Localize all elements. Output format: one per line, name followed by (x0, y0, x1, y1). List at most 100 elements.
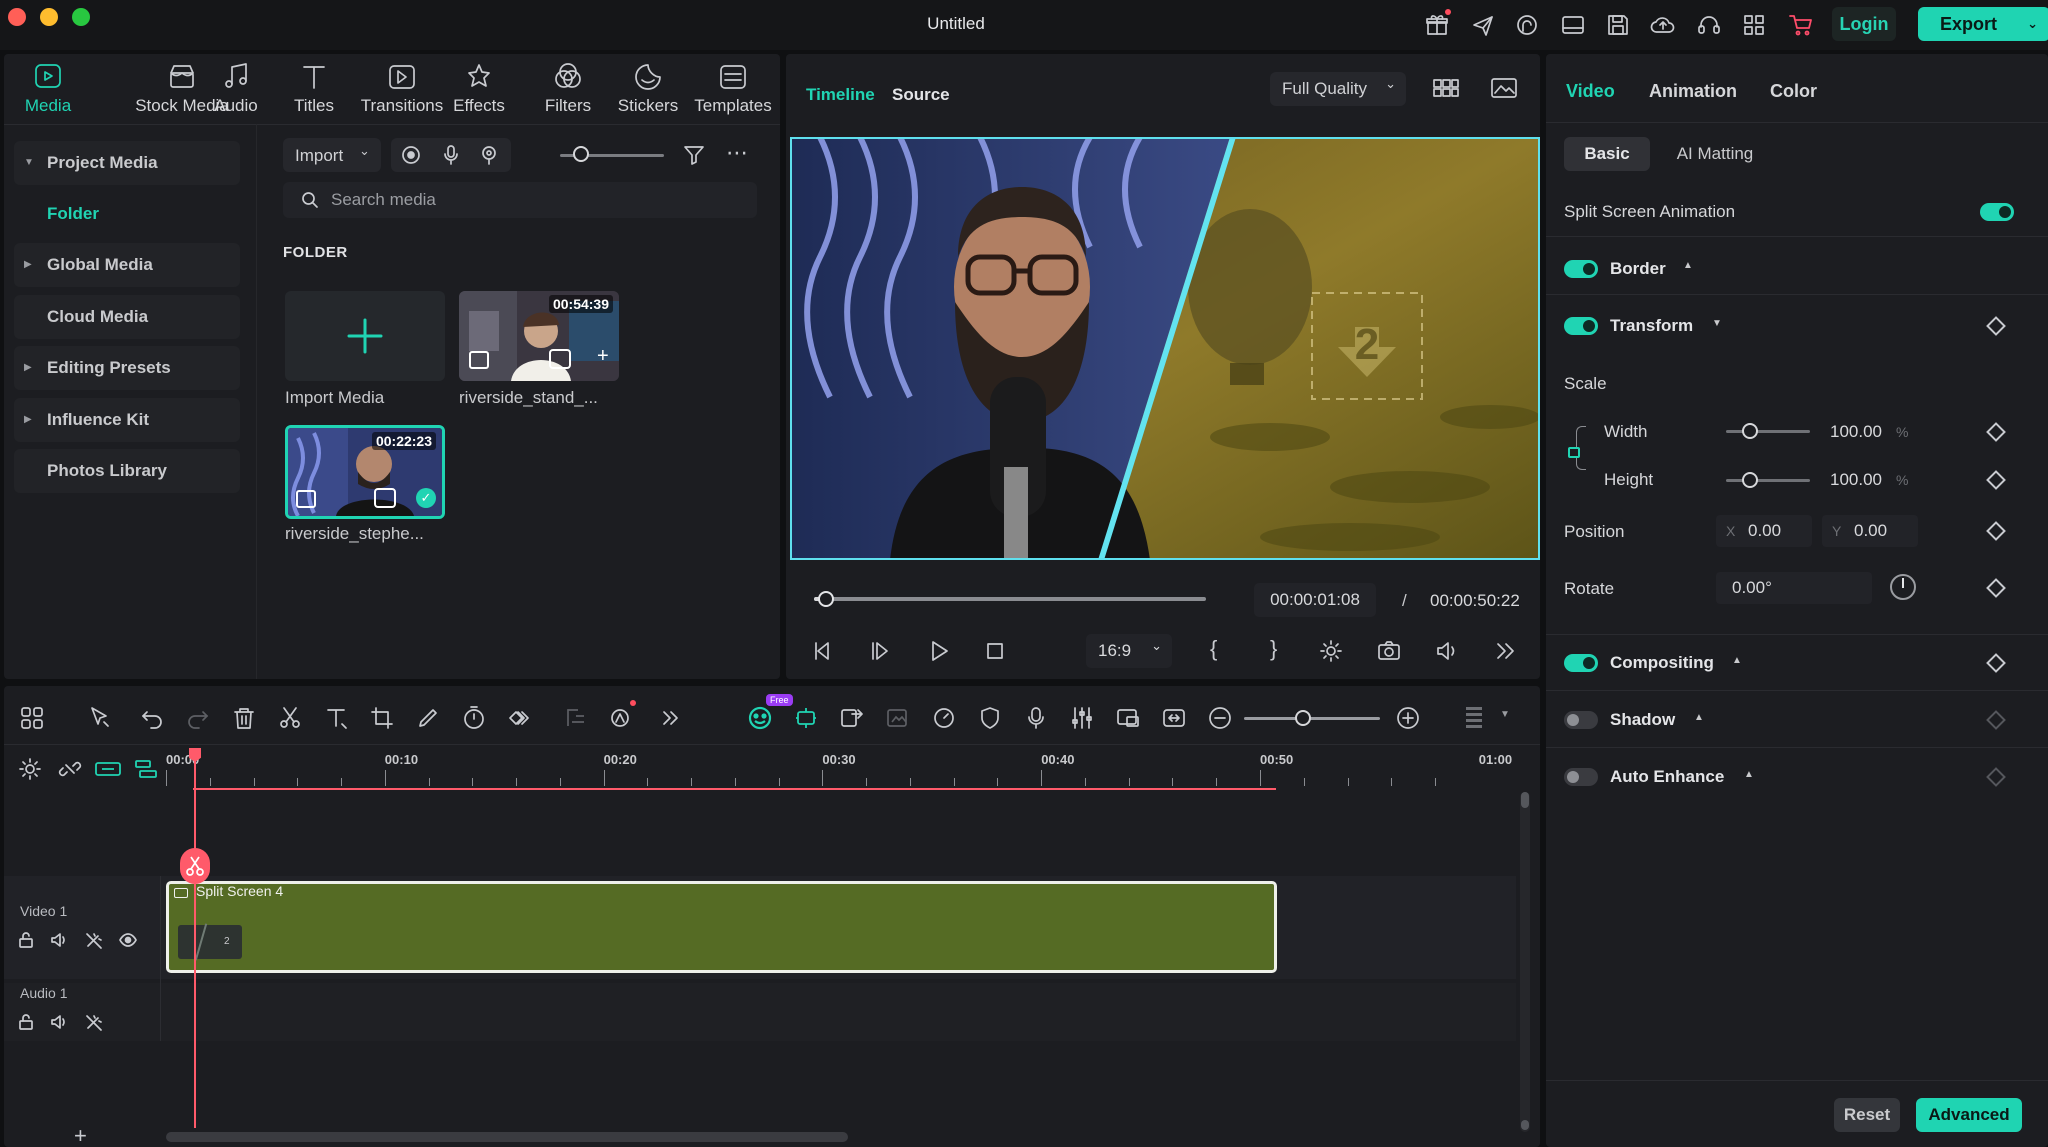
send-icon[interactable] (1470, 12, 1496, 38)
replace-icon[interactable] (838, 704, 866, 732)
vertical-scroll-thumb[interactable] (1521, 1120, 1529, 1130)
compositing-toggle[interactable] (1564, 654, 1598, 672)
audio-mixer-icon[interactable] (1068, 704, 1096, 732)
add-to-timeline-icon[interactable]: + (597, 345, 609, 368)
sidebar-item-cloud-media[interactable]: Cloud Media (14, 295, 240, 339)
export-button[interactable]: Export ⌄ (1918, 7, 2048, 41)
tab-filters[interactable]: Filters (540, 62, 596, 124)
cart-icon[interactable] (1788, 12, 1814, 38)
layout-grid-icon[interactable] (18, 704, 46, 732)
split-screen-animation-toggle[interactable] (1980, 203, 2014, 221)
aspect-ratio-dropdown[interactable]: 16:9 ⌄ (1086, 634, 1172, 668)
tab-video[interactable]: Video (1566, 81, 1615, 102)
filter-icon[interactable] (682, 143, 706, 167)
vertical-scroll-thumb[interactable] (1521, 792, 1529, 808)
compositing-section-title[interactable]: Compositing (1610, 653, 1714, 673)
picture-in-picture-icon[interactable] (1114, 704, 1142, 732)
mark-in-icon[interactable]: { (1210, 636, 1217, 662)
select-tool-icon[interactable] (86, 704, 114, 732)
ai-tools-icon[interactable] (608, 704, 636, 732)
gift-icon[interactable] (1424, 12, 1450, 38)
tab-titles[interactable]: Titles (288, 62, 340, 124)
text-tool-icon[interactable] (322, 704, 350, 732)
track-effects-off-icon[interactable] (84, 930, 104, 950)
sidebar-item-folder[interactable]: Folder (14, 196, 99, 232)
border-section-title[interactable]: Border (1610, 259, 1666, 279)
color-pen-icon[interactable] (414, 704, 442, 732)
ai-cutout-icon[interactable] (562, 704, 590, 732)
grid-view-icon[interactable] (1432, 76, 1460, 100)
height-slider-knob[interactable] (1742, 472, 1758, 488)
subtab-basic[interactable]: Basic (1564, 137, 1650, 171)
track-volume-icon[interactable] (49, 1012, 69, 1032)
mark-out-icon[interactable]: } (1270, 636, 1277, 662)
advanced-button[interactable]: Advanced (1916, 1098, 2022, 1132)
media-thumbnail[interactable]: 00:54:39 + (459, 291, 619, 381)
auto-enhance-section-title[interactable]: Auto Enhance (1610, 767, 1724, 787)
volume-icon[interactable] (1434, 638, 1460, 664)
video-preview[interactable]: 2 (790, 137, 1540, 560)
record-voiceover-icon[interactable] (1022, 704, 1050, 732)
track-lock-icon[interactable] (16, 930, 36, 950)
previous-frame-icon[interactable] (810, 638, 836, 664)
microphone-icon[interactable] (439, 143, 463, 167)
height-slider[interactable] (1726, 479, 1810, 482)
tab-media[interactable]: Media (20, 62, 76, 124)
media-thumbnail-selected[interactable]: 00:22:23 ✓ (285, 425, 445, 519)
cloud-upload-icon[interactable] (1650, 12, 1676, 38)
rotate-field[interactable]: 0.00° (1716, 572, 1872, 604)
caret-up-icon[interactable]: ▲ (1732, 655, 1742, 666)
unlink-icon[interactable] (58, 757, 82, 781)
tab-transitions[interactable]: Transitions (356, 62, 448, 124)
freeze-frame-icon[interactable] (884, 704, 912, 732)
shadow-section-title[interactable]: Shadow (1610, 710, 1675, 730)
magnet-snap-icon[interactable] (94, 757, 122, 781)
timeline-ruler[interactable]: 00:00 00:10 00:20 00:30 00:40 00:50 01:00 (166, 750, 1526, 790)
caret-up-icon[interactable]: ▲ (1683, 260, 1693, 271)
headset-icon[interactable] (1696, 12, 1722, 38)
rotate-dial[interactable] (1890, 574, 1916, 600)
tab-stickers[interactable]: Stickers (612, 62, 684, 124)
caret-down-icon[interactable]: ▼ (1500, 709, 1510, 720)
auto-highlight-icon[interactable] (792, 704, 820, 732)
split-scissors-icon[interactable] (276, 704, 304, 732)
caret-up-icon[interactable]: ▲ (1744, 769, 1754, 780)
fit-timeline-icon[interactable] (1160, 704, 1188, 732)
keyframe-tags-icon[interactable] (506, 704, 534, 732)
import-media-tile[interactable] (285, 291, 445, 381)
speed-timer-icon[interactable] (460, 704, 488, 732)
more-tools-icon[interactable] (656, 704, 684, 732)
render-settings-icon[interactable] (1318, 638, 1344, 664)
tab-templates[interactable]: Templates (690, 62, 776, 124)
horizontal-scrollbar[interactable] (166, 1132, 848, 1142)
scrubber-track[interactable] (814, 597, 1206, 601)
vertical-scrollbar[interactable] (1520, 792, 1530, 1132)
delete-icon[interactable] (230, 704, 258, 732)
width-slider-knob[interactable] (1742, 423, 1758, 439)
height-value[interactable]: 100.00 (1830, 470, 1882, 490)
tab-animation[interactable]: Animation (1649, 81, 1737, 102)
tab-effects[interactable]: Effects (448, 62, 510, 124)
track-settings-icon[interactable] (18, 757, 42, 781)
current-time[interactable]: 00:00:01:08 (1254, 583, 1376, 617)
voiceover-icon[interactable] (477, 143, 501, 167)
track-layout-icon[interactable] (1460, 704, 1488, 732)
add-track-icon[interactable]: + (74, 1123, 87, 1147)
apps-grid-icon[interactable] (1741, 12, 1767, 38)
layout-icon[interactable] (1560, 12, 1586, 38)
more-options-icon[interactable]: ⋯ (726, 140, 749, 166)
expand-icon[interactable] (1492, 638, 1518, 664)
sidebar-item-project-media[interactable]: ▼ Project Media (14, 141, 240, 185)
track-visibility-icon[interactable] (118, 930, 138, 950)
thumbnail-size-knob[interactable] (573, 146, 589, 162)
track-effects-off-icon[interactable] (84, 1012, 104, 1032)
position-x-field[interactable]: X 0.00 (1716, 515, 1812, 547)
border-toggle[interactable] (1564, 260, 1598, 278)
tab-timeline[interactable]: Timeline (806, 85, 875, 105)
search-input[interactable] (331, 182, 731, 218)
width-value[interactable]: 100.00 (1830, 422, 1882, 442)
timeline-clip[interactable] (166, 881, 1277, 973)
subtab-ai-matting[interactable]: AI Matting (1660, 137, 1770, 171)
reset-button[interactable]: Reset (1834, 1098, 1900, 1132)
zoom-in-icon[interactable] (1394, 704, 1422, 732)
